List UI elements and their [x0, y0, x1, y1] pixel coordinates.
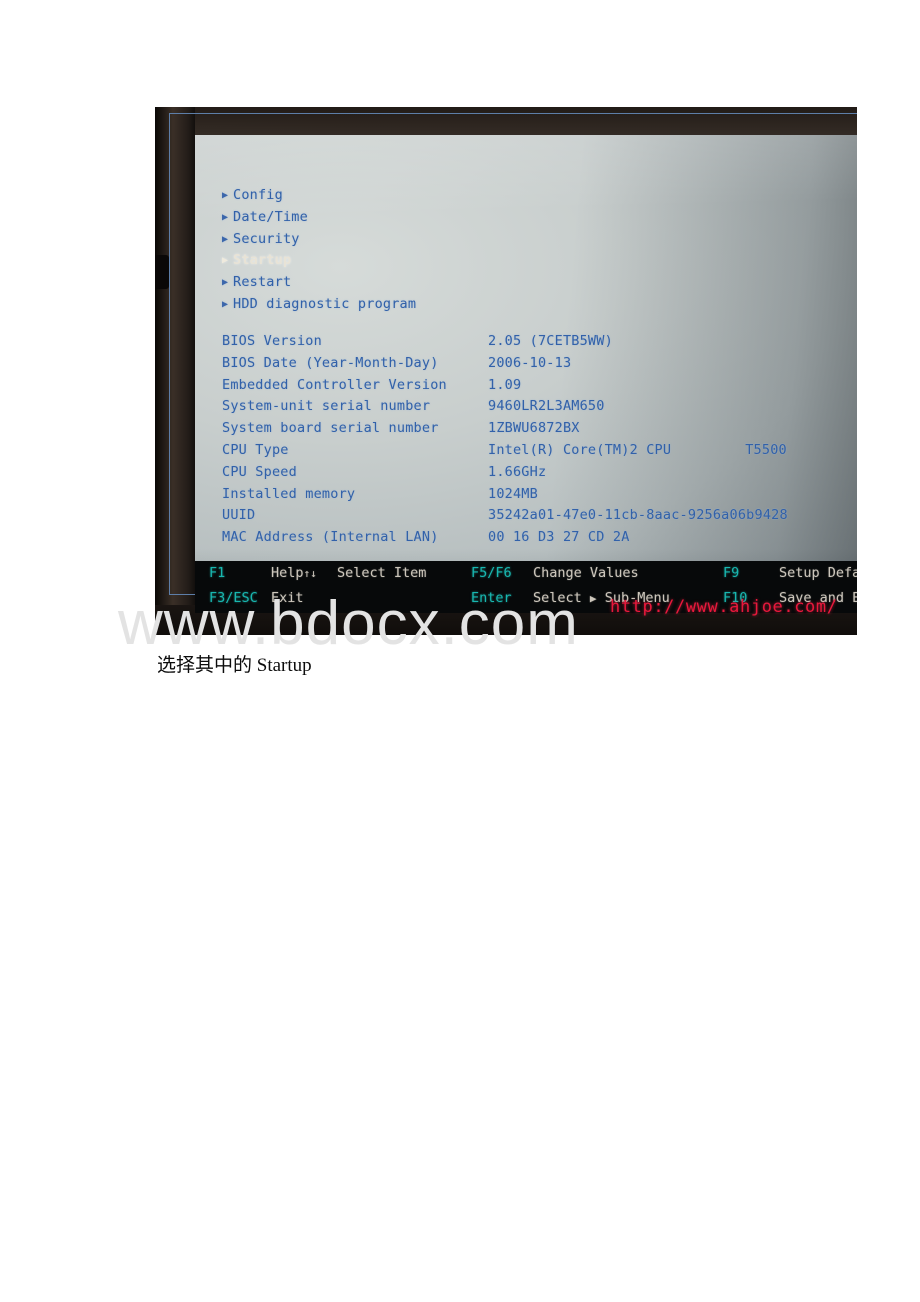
menu-item-label: Startup	[233, 252, 292, 269]
info-row-system-unit-serial-number: System-unit serial number 9460LR2L3AM650	[222, 396, 788, 418]
info-value: 1024MB	[488, 485, 538, 502]
info-value: 2.05 (7CETB5WW)	[488, 333, 613, 349]
info-row-bios-version: BIOS Version 2.05 (7CETB5WW)	[222, 331, 788, 353]
info-label: Installed memory	[222, 485, 356, 502]
menu-item-startup[interactable]: ▶ Startup	[222, 250, 416, 272]
chevron-right-icon: ▶	[222, 233, 229, 245]
fn-desc-help: Help↑↓	[271, 565, 317, 581]
system-information-table: BIOS Version 2.05 (7CETB5WW) BIOS Date (…	[222, 331, 788, 549]
fn-desc-change-values: Change Values	[533, 565, 639, 581]
figure-caption: 选择其中的 Startup	[157, 655, 312, 676]
menu-item-date-time[interactable]: ▶ Date/Time	[222, 207, 416, 229]
fn-key-f5-f6[interactable]: F5/F6	[471, 561, 533, 586]
chevron-right-icon: ▶	[222, 255, 229, 267]
chevron-right-icon: ▶	[222, 190, 229, 201]
fn-key-enter[interactable]: Enter	[471, 586, 533, 611]
info-row-cpu-speed: CPU Speed 1.66GHz	[222, 462, 788, 484]
bezel-left-notch	[155, 255, 169, 289]
photo-source-watermark: http://www.ahjoe.com/	[610, 597, 838, 617]
submenu-arrow-icon: ▶	[589, 592, 597, 605]
info-label: System-unit serial number	[222, 398, 431, 415]
info-label: CPU Type	[222, 441, 289, 458]
bios-screen-content: ▶ Config ▶ Date/Time ▶ Security ▶ Startu…	[195, 135, 857, 605]
fn-key-f9[interactable]: F9	[723, 561, 779, 586]
fn-desc-select-item: Select Item	[337, 565, 427, 581]
info-value: 35242a01-47e0-11cb-8aac-9256a06b9428	[488, 507, 788, 524]
fn-desc-setup-defaults: Setup Defaults	[779, 565, 857, 581]
menu-item-config[interactable]: ▶ Config	[222, 185, 416, 207]
chevron-right-icon: ▶	[222, 211, 229, 223]
info-label: System board serial number	[222, 420, 439, 437]
menu-item-label: Security	[233, 230, 300, 247]
chevron-right-icon: ▶	[222, 298, 229, 310]
info-value: 00 16 D3 27 CD 2A	[488, 529, 630, 546]
menu-item-restart[interactable]: ▶ Restart	[222, 272, 416, 294]
info-value: 1.09	[488, 376, 522, 393]
menu-item-hdd-diagnostic-program[interactable]: ▶ HDD diagnostic program	[222, 294, 416, 316]
cpu-model-value: T5500	[745, 441, 787, 458]
menu-item-label: Config	[233, 187, 283, 203]
fn-key-f1[interactable]: F1	[209, 561, 271, 586]
info-row-bios-date: BIOS Date (Year-Month-Day) 2006-10-13	[222, 353, 788, 375]
function-key-row-1: F1 Help↑↓ Select Item F5/F6 Change Value…	[195, 561, 857, 586]
info-row-embedded-controller-version: Embedded Controller Version 1.09	[222, 375, 788, 397]
info-value: Intel(R) Core(TM)2 CPU T5500	[488, 440, 787, 462]
info-value: 1ZBWU6872BX	[488, 420, 580, 437]
info-row-uuid: UUID 35242a01-47e0-11cb-8aac-9256a06b942…	[222, 505, 788, 527]
info-label: MAC Address (Internal LAN)	[222, 529, 439, 546]
bios-main-menu: ▶ Config ▶ Date/Time ▶ Security ▶ Startu…	[222, 185, 416, 316]
info-label: BIOS Date (Year-Month-Day)	[222, 354, 439, 371]
cpu-type-value: Intel(R) Core(TM)2 CPU	[488, 441, 672, 458]
menu-item-security[interactable]: ▶ Security	[222, 229, 416, 251]
info-value: 2006-10-13	[488, 354, 572, 371]
menu-item-label: HDD diagnostic program	[233, 295, 417, 312]
info-row-cpu-type: CPU Type Intel(R) Core(TM)2 CPU T5500	[222, 440, 788, 462]
info-value: 1.66GHz	[488, 463, 547, 480]
info-value: 9460LR2L3AM650	[488, 398, 605, 415]
info-label: UUID	[222, 507, 256, 524]
fn-desc-exit: Exit	[271, 590, 304, 606]
menu-item-label: Date/Time	[233, 208, 308, 225]
chevron-right-icon: ▶	[222, 277, 229, 289]
info-row-mac-address: MAC Address (Internal LAN) 00 16 D3 27 C…	[222, 527, 788, 549]
up-down-arrows-icon: ↑↓	[303, 567, 317, 580]
info-label: CPU Speed	[222, 463, 297, 480]
bios-screen-photo: ▶ Config ▶ Date/Time ▶ Security ▶ Startu…	[155, 107, 857, 635]
info-label: Embedded Controller Version	[222, 376, 447, 393]
fn-key-f3-esc[interactable]: F3/ESC	[209, 586, 271, 611]
info-label: BIOS Version	[222, 333, 322, 349]
info-row-installed-memory: Installed memory 1024MB	[222, 484, 788, 506]
menu-item-label: Restart	[233, 274, 292, 291]
info-row-system-board-serial-number: System board serial number 1ZBWU6872BX	[222, 418, 788, 440]
